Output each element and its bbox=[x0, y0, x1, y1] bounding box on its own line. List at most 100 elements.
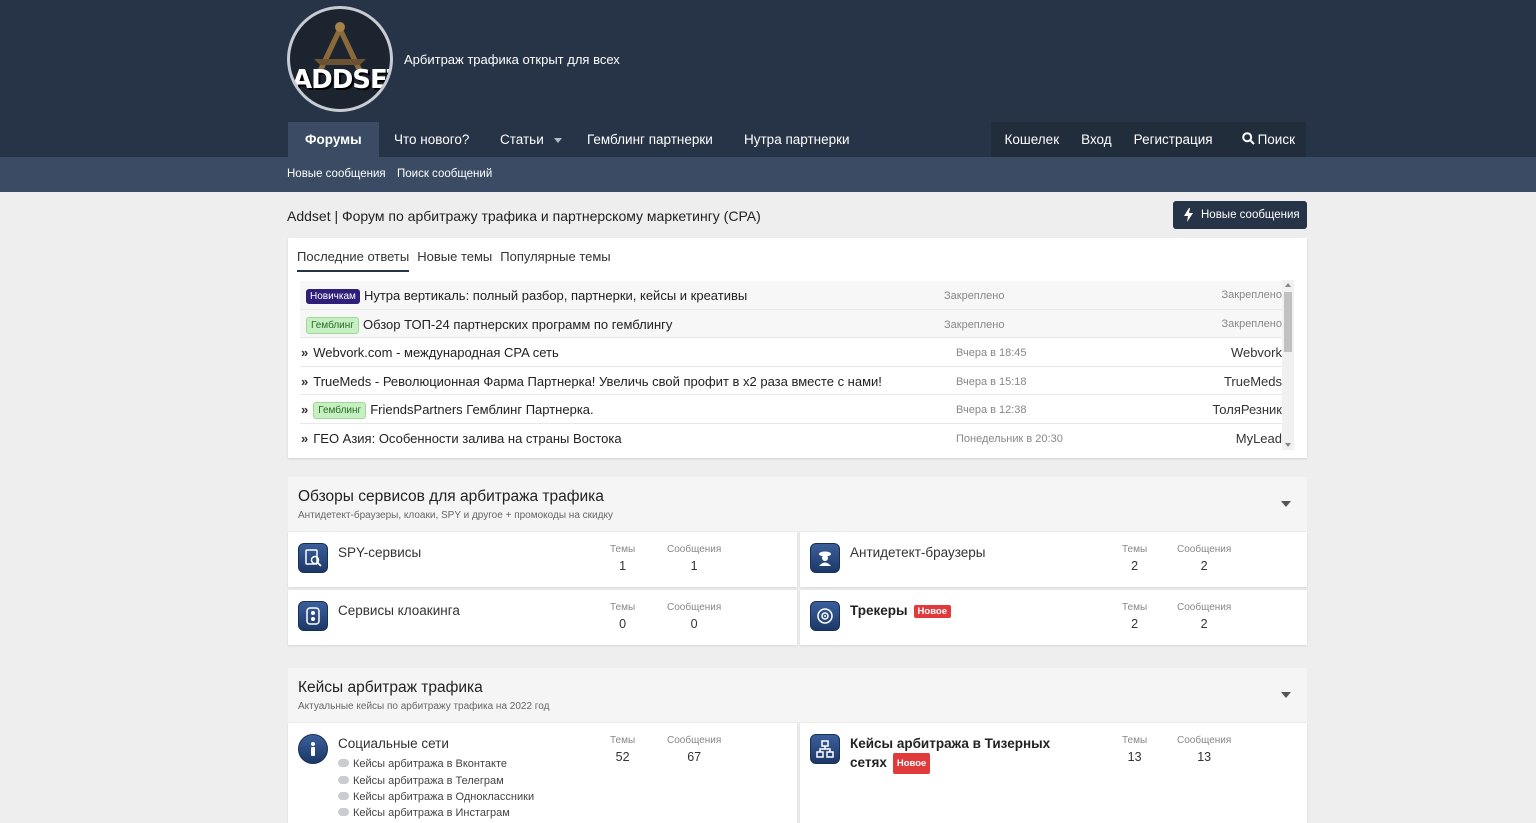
category-title[interactable]: Кейсы арбитраж трафика bbox=[298, 679, 483, 697]
topics-label: Темы bbox=[610, 544, 636, 555]
category-header[interactable]: Кейсы арбитраж трафика Актуальные кейсы … bbox=[288, 668, 1307, 722]
forum-node[interactable]: Трекеры Новое Темы 2 Сообщения 2 bbox=[800, 590, 1307, 645]
bolt-icon bbox=[1184, 208, 1193, 222]
subforum-link[interactable]: Кейсы арбитража в Инстаграм bbox=[338, 807, 510, 819]
thread-label: Гемблинг bbox=[306, 316, 359, 334]
forum-title[interactable]: SPY-сервисы bbox=[338, 545, 421, 560]
forum-title-line1[interactable]: Кейсы арбитража в Тизерных bbox=[850, 734, 1050, 753]
collapse-icon[interactable] bbox=[1281, 692, 1291, 698]
list-item[interactable]: Гемблинг Обзор ТОП-24 партнерских програм… bbox=[300, 309, 1283, 338]
forum-title[interactable]: Антидетект-браузеры bbox=[850, 545, 986, 560]
nav-gambling[interactable]: Гемблинг партнерки bbox=[570, 122, 730, 157]
messages-count: 2 bbox=[1200, 617, 1208, 631]
thread-date: Вчера в 18:45 bbox=[956, 347, 1027, 359]
spy-icon bbox=[298, 543, 328, 573]
subforum-label[interactable]: Кейсы арбитража в Вконтакте bbox=[353, 758, 507, 770]
forum-topics: Темы 2 bbox=[1122, 544, 1147, 573]
thread-date: Вчера в 12:38 bbox=[956, 404, 1027, 416]
new-badge: Новое bbox=[913, 605, 951, 618]
topics-count: 1 bbox=[619, 559, 627, 573]
forum-node[interactable]: Антидетект-браузеры Темы 2 Сообщения 2 bbox=[800, 532, 1307, 587]
thread-date: Закреплено bbox=[944, 318, 1005, 331]
thread-title[interactable]: ГЕО Азия: Особенности залива на страны В… bbox=[313, 431, 621, 446]
nav-register[interactable]: Регистрация bbox=[1123, 122, 1224, 157]
forum-messages: Сообщения 1 bbox=[667, 544, 721, 573]
thread-author[interactable]: ТоляРезник bbox=[1212, 402, 1282, 417]
list-item[interactable]: » ГЕО Азия: Особенности залива на страны … bbox=[300, 424, 1282, 453]
subnav-search-posts[interactable]: Поиск сообщений bbox=[397, 168, 492, 180]
forum-topics: Темы 0 bbox=[610, 602, 635, 631]
thread-date: Закреплено bbox=[944, 290, 1005, 302]
thread-title[interactable]: TrueMeds - Революционная Фарма Партнерка… bbox=[313, 374, 882, 389]
tab-latest-replies[interactable]: Последние ответы bbox=[297, 249, 410, 272]
tracker-icon bbox=[810, 601, 840, 631]
list-item[interactable]: » TrueMeds - Революционная Фарма Партнерк… bbox=[300, 367, 1282, 395]
thread-title[interactable]: Нутра вертикаль: полный разбор, партнерк… bbox=[364, 288, 747, 303]
addset-logo[interactable]: ADDSET bbox=[287, 6, 393, 112]
tab-new-threads[interactable]: Новые темы bbox=[417, 249, 492, 272]
collapse-icon[interactable] bbox=[1281, 501, 1291, 507]
nav-forums[interactable]: Форумы bbox=[288, 122, 379, 157]
scroll-up-icon[interactable] bbox=[1285, 283, 1291, 287]
nav-login[interactable]: Вход bbox=[1070, 122, 1123, 157]
forum-node[interactable]: Кейсы арбитража в Тизерных сетях Новое Те… bbox=[800, 723, 1307, 823]
forum-topics: Темы 1 bbox=[610, 544, 635, 573]
topics-count: 0 bbox=[619, 617, 627, 631]
forum-title[interactable]: Трекеры bbox=[850, 603, 908, 618]
chat-icon bbox=[338, 808, 349, 816]
forum-title[interactable]: Сервисы клоакинга bbox=[338, 603, 460, 618]
nav-whats-new[interactable]: Что нового? bbox=[377, 122, 486, 157]
thread-author[interactable]: Webvork bbox=[1231, 345, 1282, 360]
forum-node[interactable]: SPY-сервисы Темы 1 Сообщения 1 bbox=[288, 532, 797, 587]
nav-nutra[interactable]: Нутра партнерки bbox=[727, 122, 867, 157]
scroll-down-icon[interactable] bbox=[1285, 443, 1291, 447]
thread-title[interactable]: Обзор ТОП-24 партнерских программ по гем… bbox=[363, 317, 672, 332]
thread-title[interactable]: Webvork.com - международная CPA сеть bbox=[313, 345, 559, 360]
forum-title[interactable]: Социальные сети bbox=[338, 736, 449, 751]
nav-articles[interactable]: Статьи bbox=[483, 122, 579, 157]
nav-articles-label: Статьи bbox=[500, 132, 544, 147]
thread-author[interactable]: TrueMeds bbox=[1224, 374, 1282, 389]
list-item[interactable]: » Webvork.com - международная CPA сеть Вч… bbox=[300, 338, 1282, 367]
latest-list: Новичкам Нутра вертикаль: полный разбор, … bbox=[300, 281, 1282, 452]
nav-search[interactable]: Поиск bbox=[1224, 122, 1306, 157]
topics-label: Темы bbox=[1122, 602, 1148, 613]
scroll-thumb[interactable] bbox=[1284, 292, 1292, 352]
tab-popular-threads[interactable]: Популярные темы bbox=[500, 249, 610, 272]
forum-title-line2[interactable]: сетях bbox=[850, 755, 887, 770]
messages-count: 2 bbox=[1200, 559, 1208, 573]
forum-messages: Сообщения 2 bbox=[1177, 544, 1231, 573]
nav-wallet[interactable]: Кошелек bbox=[991, 122, 1071, 157]
nav-user-area: Кошелек Вход Регистрация Поиск bbox=[990, 122, 1306, 157]
subforum-label[interactable]: Кейсы арбитража в Одноклассники bbox=[353, 791, 534, 803]
forum-node[interactable]: Социальные сети Кейсы арбитража в Вконта… bbox=[288, 723, 797, 823]
forum-node[interactable]: Сервисы клоакинга Темы 0 Сообщения 0 bbox=[288, 590, 797, 645]
subforum-label[interactable]: Кейсы арбитража в Телеграм bbox=[353, 775, 504, 787]
category-header[interactable]: Обзоры сервисов для арбитража трафика Ан… bbox=[288, 477, 1307, 531]
latest-scrollbar[interactable] bbox=[1282, 280, 1294, 450]
new-posts-button-label: Новые сообщения bbox=[1201, 209, 1300, 221]
thread-author: Закреплено bbox=[1221, 317, 1283, 330]
subforum-link[interactable]: Кейсы арбитража в Телеграм bbox=[338, 775, 504, 787]
list-item[interactable]: » Гемблинг FriendsPartners Гемблинг Партне… bbox=[300, 395, 1282, 424]
topics-count: 2 bbox=[1131, 559, 1139, 573]
forum-messages: Сообщения 13 bbox=[1177, 735, 1231, 764]
chevron-down-icon[interactable] bbox=[553, 137, 562, 143]
thread-label: Новичкам bbox=[306, 289, 360, 304]
thread-title[interactable]: FriendsPartners Гемблинг Партнерка. bbox=[370, 402, 593, 417]
site-tagline: Арбитраж трафика открыт для всех bbox=[404, 52, 620, 67]
new-posts-button[interactable]: Новые сообщения bbox=[1173, 201, 1307, 229]
subforum-link[interactable]: Кейсы арбитража в Вконтакте bbox=[338, 758, 507, 770]
site-header: ADDSET Арбитраж трафика открыт для всех bbox=[0, 0, 1536, 122]
subforum-label[interactable]: Кейсы арбитража в Инстаграм bbox=[353, 807, 510, 819]
list-item[interactable]: Новичкам Нутра вертикаль: полный разбор, … bbox=[300, 281, 1282, 310]
search-icon bbox=[1241, 132, 1255, 145]
subforum-link[interactable]: Кейсы арбитража в Одноклассники bbox=[338, 791, 534, 803]
forum-topics: Темы 2 bbox=[1122, 602, 1147, 631]
category-title[interactable]: Обзоры сервисов для арбитража трафика bbox=[298, 488, 604, 506]
sub-nav: Новые сообщения Поиск сообщений bbox=[0, 157, 1536, 192]
forum-title-wrap[interactable]: Кейсы арбитража в Тизерных сетях Новое bbox=[850, 734, 1050, 774]
thread-author[interactable]: MyLead bbox=[1236, 431, 1282, 446]
subnav-new-posts[interactable]: Новые сообщения bbox=[287, 168, 386, 180]
forum-title-wrap[interactable]: Трекеры Новое bbox=[850, 603, 951, 618]
